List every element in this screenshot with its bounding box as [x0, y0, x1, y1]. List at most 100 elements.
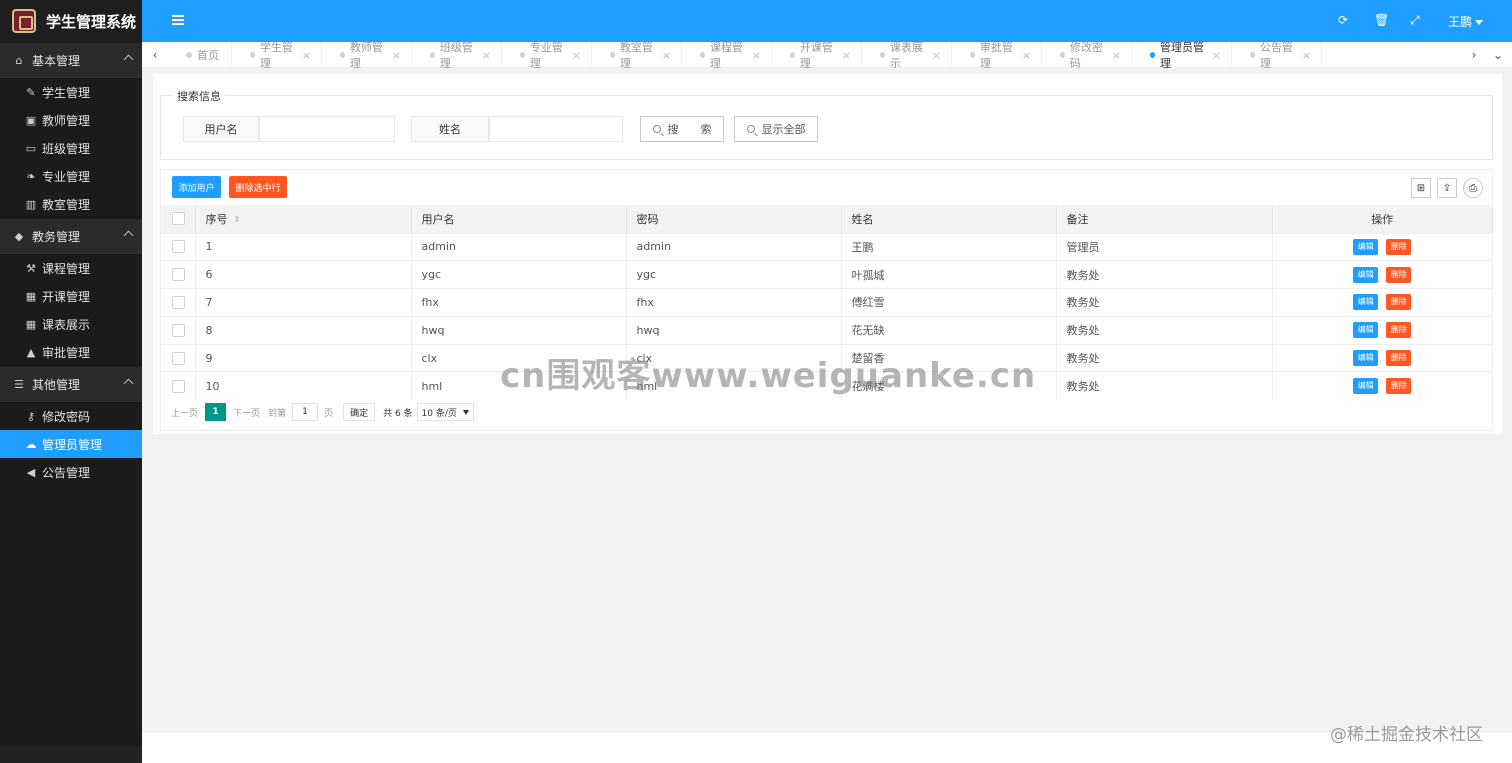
close-icon[interactable]: × [1022, 49, 1031, 62]
sidebar-item-admin[interactable]: ☁ 管理员管理 [0, 430, 142, 458]
trash-icon[interactable]: 🗑 [1374, 13, 1389, 27]
fullscreen-icon[interactable]: ⤢ [1410, 13, 1420, 28]
menu-toggle-icon[interactable] [172, 15, 184, 25]
tab-9[interactable]: 审批管理 × [952, 41, 1042, 70]
row-checkbox[interactable] [172, 268, 185, 282]
tab-6[interactable]: 课程管理 × [682, 41, 772, 70]
row-checkbox[interactable] [172, 295, 185, 309]
close-icon[interactable]: × [662, 49, 671, 62]
close-icon[interactable]: × [1302, 49, 1311, 62]
export-icon[interactable]: ⇪ [1437, 178, 1457, 198]
tab-5[interactable]: 教室管理 × [592, 41, 682, 70]
tab-2[interactable]: 教师管理 × [322, 41, 412, 70]
delete-button[interactable]: 删除 [1386, 378, 1412, 395]
nav-group-basic[interactable]: ⌂ 基本管理 [0, 42, 142, 78]
username-input[interactable] [259, 116, 395, 142]
table-row[interactable]: 6 ygc ygc 叶孤城 教务处 编辑 删除 [161, 260, 1493, 289]
sidebar-item-schedule[interactable]: ▦ 课表展示 [0, 310, 142, 338]
close-icon[interactable]: × [842, 49, 851, 62]
tab-8[interactable]: 课表展示 × [862, 41, 952, 70]
add-user-button[interactable]: 添加用户 [172, 176, 221, 198]
cell-password: hwq [626, 315, 842, 345]
nav-group-other[interactable]: ☰ 其他管理 [0, 366, 142, 402]
edit-button[interactable]: 编辑 [1353, 322, 1379, 339]
sidebar-item-password[interactable]: ⚷ 修改密码 [0, 402, 142, 430]
user-name: 王鹏 [1448, 15, 1473, 29]
search-button[interactable]: 搜 索 [640, 116, 724, 142]
delete-button[interactable]: 删除 [1386, 294, 1412, 311]
print-icon[interactable]: ⎙ [1463, 178, 1483, 198]
next-page-button[interactable]: 下一页 [233, 406, 260, 419]
search-icon [746, 125, 755, 133]
close-icon[interactable]: × [482, 49, 491, 62]
sidebar-item-class[interactable]: ▭ 班级管理 [0, 134, 142, 162]
tab-3[interactable]: 班级管理 × [412, 41, 502, 70]
row-checkbox[interactable] [172, 240, 185, 254]
col-header-id[interactable]: 序号 ⇕ [195, 205, 412, 233]
edit-button[interactable]: 编辑 [1353, 238, 1379, 255]
delete-button[interactable]: 删除 [1386, 266, 1412, 283]
tab-1[interactable]: 学生管理 × [232, 41, 322, 70]
tab-scroll-right-icon[interactable]: › [1468, 48, 1480, 62]
cell-name: 花无缺 [841, 315, 1057, 345]
sidebar-item-classroom[interactable]: ▥ 教室管理 [0, 190, 142, 218]
page-size-select[interactable]: 10 条/页 [416, 403, 474, 421]
close-icon[interactable]: × [1112, 49, 1121, 62]
show-all-button[interactable]: 显示全部 [734, 116, 818, 142]
tab-0[interactable]: 首页 [168, 42, 232, 68]
sidebar-item-major[interactable]: ❧ 专业管理 [0, 162, 142, 190]
close-icon[interactable]: × [392, 49, 401, 62]
tab-11[interactable]: 管理员管理 × [1132, 41, 1232, 70]
sidebar-item-notice[interactable]: ◀ 公告管理 [0, 458, 142, 486]
sort-icon[interactable]: ⇕ [234, 215, 241, 224]
tab-10[interactable]: 修改密码 × [1042, 41, 1132, 70]
calendar-icon: ▦ [25, 289, 37, 303]
delete-selected-button[interactable]: 删除选中行 [229, 176, 287, 198]
cell-name: 傅红雪 [841, 288, 1057, 317]
sidebar-item-student[interactable]: ✎ 学生管理 [0, 78, 142, 106]
sidebar-item-teacher[interactable]: ▣ 教师管理 [0, 106, 142, 134]
close-icon[interactable]: × [932, 49, 941, 62]
delete-button[interactable]: 删除 [1386, 322, 1412, 339]
table-row[interactable]: 8 hwq hwq 花无缺 教务处 编辑 删除 [161, 315, 1493, 345]
cell-password: admin [626, 232, 842, 261]
goto-page-input[interactable]: 1 [292, 403, 319, 421]
edit-button[interactable]: 编辑 [1353, 266, 1379, 283]
tab-dot-icon [340, 52, 345, 58]
tab-dropdown-icon[interactable]: ⌄ [1492, 48, 1504, 62]
sidebar-item-label: 管理员管理 [42, 437, 103, 452]
user-menu[interactable]: 王鹏 [1448, 13, 1484, 30]
sidebar-item-open-course[interactable]: ▦ 开课管理 [0, 282, 142, 310]
edit-button[interactable]: 编辑 [1353, 378, 1379, 395]
row-checkbox[interactable] [172, 351, 185, 365]
edit-button[interactable]: 编辑 [1353, 294, 1379, 311]
app-logo[interactable]: 学生管理系统 [0, 0, 142, 42]
goto-confirm-button[interactable]: 确定 [343, 403, 376, 421]
edit-button[interactable]: 编辑 [1353, 350, 1379, 367]
row-checkbox[interactable] [172, 323, 185, 337]
cell-username: hwq [411, 315, 627, 345]
current-page[interactable]: 1 [205, 403, 227, 421]
table-row[interactable]: 1 admin admin 王鹏 管理员 编辑 删除 [161, 232, 1493, 261]
tab-scroll-left-icon[interactable]: ‹ [149, 48, 161, 62]
tab-4[interactable]: 专业管理 × [502, 41, 592, 70]
name-input[interactable] [489, 116, 623, 142]
refresh-icon[interactable]: ⟳ [1338, 13, 1348, 27]
close-icon[interactable]: × [572, 49, 581, 62]
prev-page-button[interactable]: 上一页 [171, 406, 198, 419]
name-label: 姓名 [411, 116, 489, 142]
select-all-checkbox[interactable] [172, 212, 185, 226]
close-icon[interactable]: × [1212, 49, 1221, 62]
tab-7[interactable]: 开课管理 × [772, 41, 862, 70]
sidebar-item-approval[interactable]: ▲ 审批管理 [0, 338, 142, 366]
row-checkbox[interactable] [172, 379, 185, 393]
close-icon[interactable]: × [752, 49, 761, 62]
tab-12[interactable]: 公告管理 × [1232, 41, 1322, 70]
delete-button[interactable]: 删除 [1386, 238, 1412, 255]
table-row[interactable]: 7 fhx fhx 傅红雪 教务处 编辑 删除 [161, 288, 1493, 317]
delete-button[interactable]: 删除 [1386, 350, 1412, 367]
columns-filter-icon[interactable]: ⊞ [1411, 178, 1431, 198]
close-icon[interactable]: × [302, 49, 311, 62]
nav-group-academic[interactable]: ◆ 教务管理 [0, 218, 142, 254]
sidebar-item-course[interactable]: ⚒ 课程管理 [0, 254, 142, 282]
